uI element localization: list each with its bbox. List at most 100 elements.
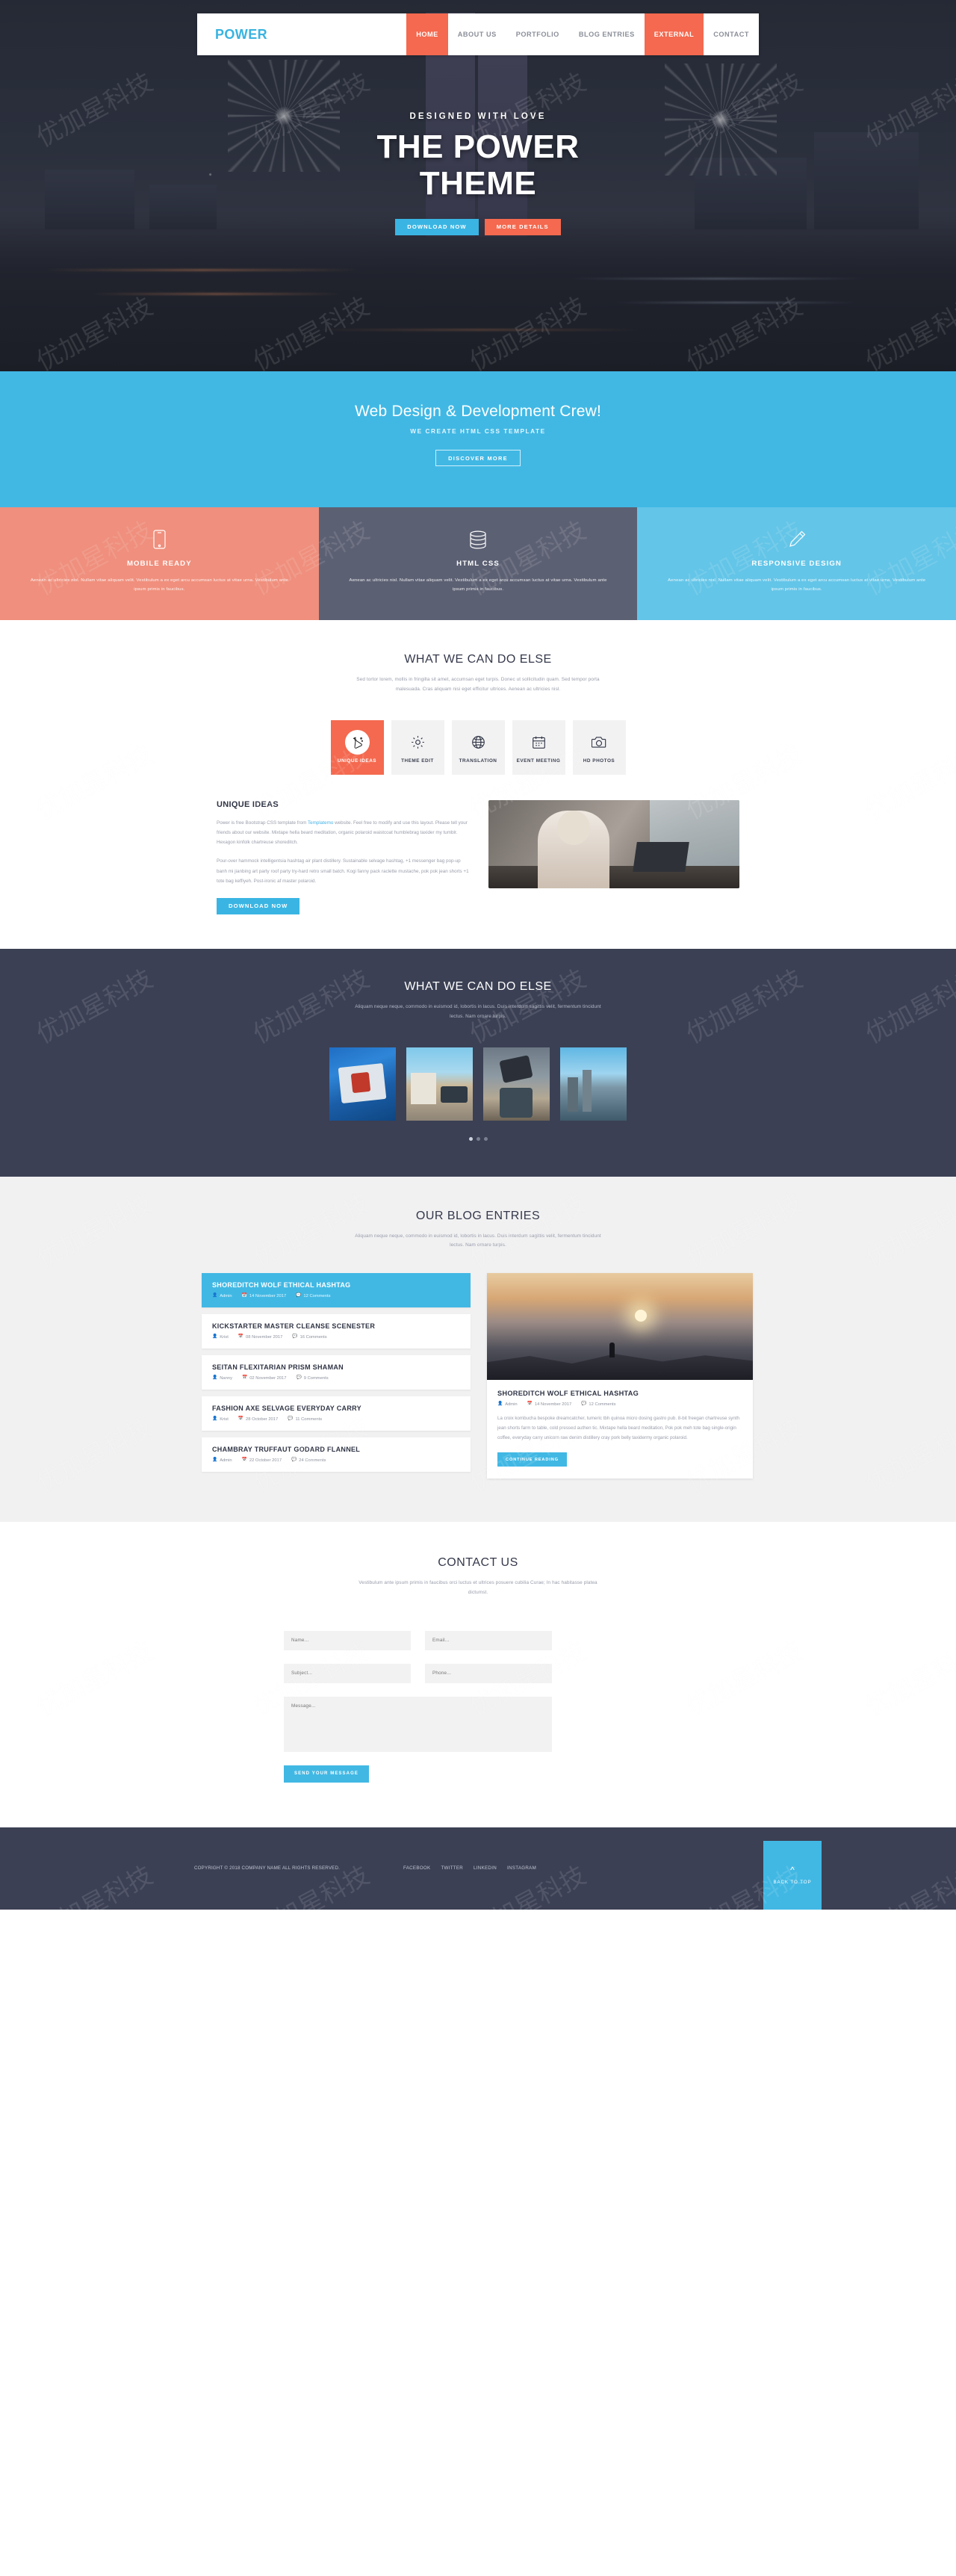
comments-icon: 💬 — [291, 1458, 297, 1463]
message-textarea[interactable] — [284, 1696, 552, 1752]
page-footer: COPYRIGHT © 2018 COMPANY NAME ALL RIGHTS… — [0, 1827, 956, 1910]
blog-list-item[interactable]: FASHION AXE SELVAGE EVERYDAY CARRY 👤 Kris… — [202, 1396, 471, 1431]
hero-section: POWER HOME ABOUT US PORTFOLIO BLOG ENTRI… — [0, 0, 956, 371]
phone-input[interactable] — [425, 1663, 552, 1683]
social-link-twitter[interactable]: TWITTER — [441, 1866, 463, 1871]
crew-title: Web Design & Development Crew! — [354, 403, 602, 420]
panel-download-now-button[interactable]: DOWNLOAD NOW — [217, 897, 300, 914]
panel-image — [488, 799, 739, 888]
hero-title-line-1: THE POWER — [376, 129, 580, 165]
feature-text: Aenean ac ultricies nisl. Nullam vitae a… — [30, 578, 288, 592]
flask-icon — [344, 729, 370, 755]
panel-paragraph-1: Power is free Bootstrap CSS template fro… — [217, 818, 471, 848]
blog-item-author: 👤 Admin — [212, 1458, 232, 1464]
blog-list-item[interactable]: SEITAN FLEXITARIAN PRISM SHAMAN 👤 Nanny 📅… — [202, 1355, 471, 1390]
contact-subtitle: Vestibulum ante ipsum primis in faucibus… — [358, 1580, 598, 1596]
nav-item-portfolio[interactable]: PORTFOLIO — [506, 13, 569, 55]
panel-text-column: UNIQUE IDEAS Power is free Bootstrap CSS… — [217, 800, 471, 914]
blog-item-author: 👤 Krist — [212, 1334, 229, 1340]
main-navbar: POWER HOME ABOUT US PORTFOLIO BLOG ENTRI… — [197, 13, 759, 55]
more-details-button[interactable]: MORE DETAILS — [484, 218, 561, 235]
back-to-top-button[interactable]: ^ BACK TO TOP — [763, 1840, 822, 1910]
gallery-image-3[interactable] — [483, 1047, 550, 1121]
user-icon: 👤 — [212, 1458, 218, 1463]
blog-featured-author: 👤 Admin — [497, 1402, 518, 1408]
blog-item-date: 📅 08 November 2017 — [238, 1334, 283, 1340]
comments-icon: 💬 — [296, 1375, 302, 1381]
continue-reading-button[interactable]: CONTINUE READING — [497, 1452, 567, 1467]
blog-item-comments: 💬 9 Comments — [296, 1375, 329, 1381]
blog-item-meta: 👤 Admin 📅 22 October 2017 💬 24 Comments — [212, 1458, 460, 1463]
gallery-image-2[interactable] — [406, 1047, 473, 1121]
tab-unique-ideas[interactable]: UNIQUE IDEAS — [330, 719, 384, 775]
tab-label: TRANSLATION — [459, 758, 497, 764]
services-tabs: UNIQUE IDEAS THEME EDIT TRANSLATION EVEN… — [0, 719, 956, 775]
carousel-dot-1[interactable] — [468, 1136, 473, 1141]
feature-title: MOBILE READY — [126, 560, 192, 568]
nav-item-home[interactable]: HOME — [406, 13, 448, 55]
blog-featured-date: 📅 14 November 2017 — [527, 1402, 572, 1408]
templatemo-link[interactable]: Templatemo — [308, 820, 333, 826]
nav-links: HOME ABOUT US PORTFOLIO BLOG ENTRIES EXT… — [406, 13, 759, 55]
blog-featured-comments: 💬 12 Comments — [581, 1402, 616, 1408]
contact-title: CONTACT US — [438, 1556, 518, 1570]
services-header: WHAT WE CAN DO ELSE Sed tortor lorem, mo… — [0, 653, 956, 695]
social-link-instagram[interactable]: INSTAGRAM — [507, 1866, 536, 1871]
blog-list-item[interactable]: CHAMBRAY TRUFFAUT GODARD FLANNEL 👤 Admin … — [202, 1437, 471, 1473]
tab-hd-photos[interactable]: HD PHOTOS — [572, 719, 626, 775]
name-input[interactable] — [284, 1630, 411, 1650]
send-message-button[interactable]: SEND YOUR MESSAGE — [284, 1765, 369, 1783]
contact-form-row-2 — [284, 1663, 672, 1683]
gallery-section: WHAT WE CAN DO ELSE Aliquam neque neque,… — [0, 948, 956, 1177]
blog-list-item[interactable]: SHOREDITCH WOLF ETHICAL HASHTAG 👤 Admin 📅… — [202, 1273, 471, 1308]
blog-item-comments: 💬 24 Comments — [291, 1458, 326, 1464]
tab-event-meeting[interactable]: EVENT MEETING — [512, 719, 565, 775]
blog-section: OUR BLOG ENTRIES Aliquam neque neque, co… — [0, 1176, 956, 1523]
nav-item-external[interactable]: EXTERNAL — [644, 13, 704, 55]
blog-item-date: 📅 22 October 2017 — [241, 1458, 282, 1464]
features-section: MOBILE READY Aenean ac ultricies nisl. N… — [0, 507, 956, 620]
services-title: WHAT WE CAN DO ELSE — [404, 653, 552, 666]
subject-input[interactable] — [284, 1663, 411, 1683]
gallery-image-4[interactable] — [560, 1047, 627, 1121]
panel-paragraph-2: Pour-over hammock intelligentsia hashtag… — [217, 858, 469, 884]
user-icon: 👤 — [212, 1334, 218, 1340]
hero-buttons: DOWNLOAD NOW MORE DETAILS — [0, 218, 956, 235]
contact-header: CONTACT US Vestibulum ante ipsum primis … — [0, 1556, 956, 1598]
social-link-linkedin[interactable]: LINKEDIN — [474, 1866, 497, 1871]
panel-para1-before: Power is free Bootstrap CSS template fro… — [217, 820, 308, 826]
calendar-icon: 📅 — [241, 1458, 247, 1463]
email-input[interactable] — [425, 1630, 552, 1650]
contact-form: SEND YOUR MESSAGE — [284, 1630, 672, 1783]
pencil-icon — [662, 530, 931, 549]
discover-more-button[interactable]: DISCOVER MORE — [435, 450, 521, 466]
carousel-dot-3[interactable] — [483, 1136, 488, 1141]
blog-item-date: 📅 02 November 2017 — [241, 1375, 287, 1381]
calendar-icon: 📅 — [527, 1402, 533, 1407]
gallery-subtitle: Aliquam neque neque, commodo in euismod … — [355, 1003, 601, 1019]
carousel-dot-2[interactable] — [476, 1136, 480, 1141]
blog-item-comments: 💬 16 Comments — [292, 1334, 327, 1340]
chevron-up-icon: ^ — [790, 1864, 795, 1875]
blog-item-title: FASHION AXE SELVAGE EVERYDAY CARRY — [212, 1405, 361, 1413]
hero-title-line-2: THEME — [419, 165, 537, 202]
social-link-facebook[interactable]: FACEBOOK — [403, 1866, 430, 1871]
user-icon: 👤 — [212, 1417, 218, 1422]
blog-item-meta: 👤 Krist 📅 08 November 2017 💬 16 Comments — [212, 1334, 460, 1340]
gallery-image-1[interactable] — [329, 1047, 396, 1121]
calendar-icon — [532, 731, 546, 753]
blog-list-item[interactable]: KICKSTARTER MASTER CLEANSE SCENESTER 👤 Kr… — [202, 1314, 471, 1349]
blog-featured-image — [487, 1273, 753, 1381]
tab-theme-edit[interactable]: THEME EDIT — [391, 719, 444, 775]
blog-featured-title: SHOREDITCH WOLF ETHICAL HASHTAG — [497, 1390, 639, 1398]
blog-item-title: SEITAN FLEXITARIAN PRISM SHAMAN — [212, 1363, 344, 1372]
download-now-button[interactable]: DOWNLOAD NOW — [395, 218, 479, 235]
nav-item-blog-entries[interactable]: BLOG ENTRIES — [569, 13, 645, 55]
brand-logo[interactable]: POWER — [197, 13, 406, 55]
nav-item-about-us[interactable]: ABOUT US — [448, 13, 506, 55]
services-tab-panel: UNIQUE IDEAS Power is free Bootstrap CSS… — [217, 799, 739, 914]
tab-translation[interactable]: TRANSLATION — [451, 719, 505, 775]
blog-subtitle: Aliquam neque neque, commodo in euismod … — [355, 1233, 601, 1248]
nav-item-contact[interactable]: CONTACT — [704, 13, 759, 55]
tab-label: UNIQUE IDEAS — [337, 758, 377, 764]
